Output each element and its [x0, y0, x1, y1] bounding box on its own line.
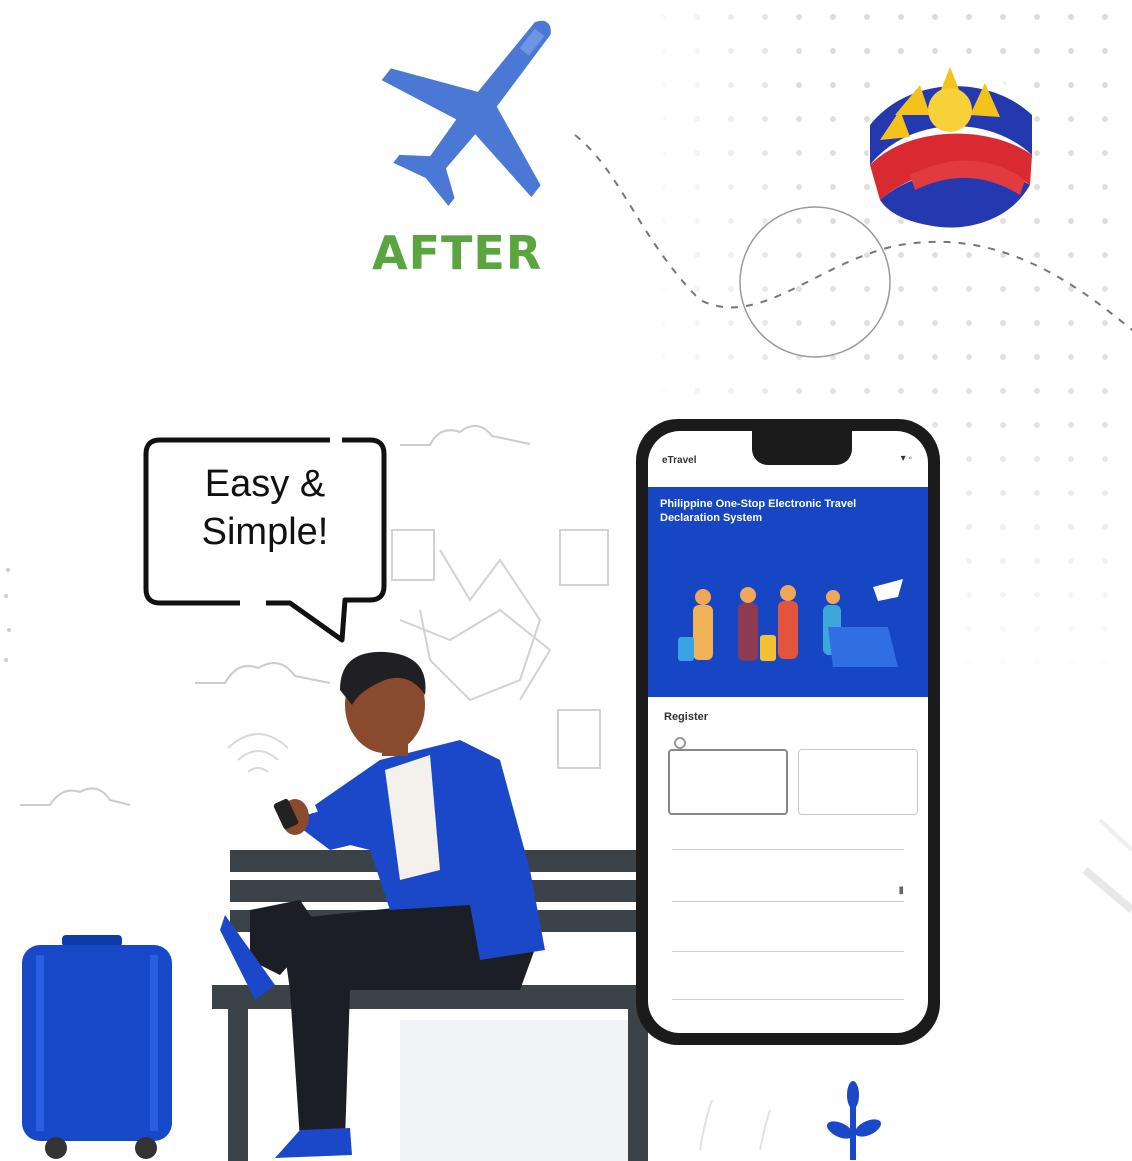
- calendar-icon[interactable]: ▮: [898, 881, 904, 901]
- speech-bubble-line-2: Simple!: [201, 511, 329, 553]
- phone-notch: [752, 431, 852, 465]
- register-title: Register: [664, 711, 709, 723]
- option-button-2[interactable]: [798, 749, 918, 815]
- plant-icon: [826, 1081, 882, 1160]
- speech-bubble-text: Easy & Simple!: [150, 460, 380, 556]
- form-field-4[interactable]: [672, 979, 904, 1000]
- hero-banner: Philippine One-Stop Electronic Travel De…: [648, 487, 928, 697]
- form-field-2[interactable]: ▮: [672, 881, 904, 902]
- illustration-background: [4, 0, 1132, 1161]
- philippine-emblem-icon: [868, 63, 1032, 228]
- qr-doodle: [391, 529, 609, 769]
- smartphone-mockup: eTravel ▾ ◦ Philippine One-Stop Electron…: [636, 419, 940, 1045]
- wifi-icon: [227, 733, 289, 773]
- option-button-1[interactable]: [668, 749, 788, 815]
- airplane-icon: [381, 20, 551, 206]
- suitcase-icon: [22, 935, 172, 1159]
- after-heading: AFTER: [372, 226, 543, 280]
- app-logo: eTravel: [662, 455, 697, 466]
- speech-bubble-line-1: Easy &: [204, 463, 326, 505]
- status-icons: ▾ ◦: [900, 453, 912, 464]
- form-field-1[interactable]: [672, 829, 904, 850]
- form-field-3[interactable]: [672, 931, 904, 952]
- travelers-illustration: [678, 579, 903, 667]
- hero-title: Philippine One-Stop Electronic Travel De…: [660, 498, 857, 524]
- phone-screen: eTravel ▾ ◦ Philippine One-Stop Electron…: [648, 431, 928, 1033]
- radio-indicator[interactable]: [674, 737, 686, 749]
